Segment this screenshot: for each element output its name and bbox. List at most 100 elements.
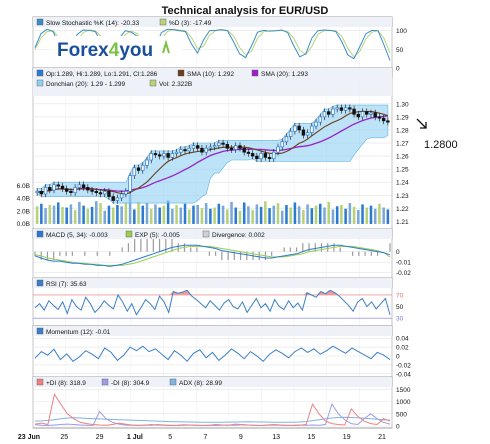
candle-body <box>310 125 314 133</box>
volume-legend-label: Vol: 2.322B <box>159 81 192 88</box>
candle-body <box>242 147 246 153</box>
volume-bar <box>44 208 47 224</box>
volume-bar <box>73 210 77 224</box>
candle-body <box>119 193 124 199</box>
candle-body <box>77 184 82 188</box>
price-y-tick: 1.24 <box>396 180 409 187</box>
volume-bar <box>196 205 199 224</box>
stochastic-y-tick: 50 <box>396 47 404 54</box>
candle-body <box>369 112 373 115</box>
volume-bar <box>137 201 140 224</box>
price-y-tick: 1.27 <box>396 141 409 148</box>
rsi-y-tick: 30 <box>396 316 404 323</box>
candle-body <box>284 136 289 143</box>
annotation-price: 1.2800 <box>424 139 458 151</box>
volume-bar <box>226 209 229 224</box>
candle-body <box>157 154 162 157</box>
volume-y-tick: 2.0B <box>17 208 30 215</box>
volume-bar <box>78 201 81 224</box>
technical-analysis-chart: Technical analysis for EUR/USD100500Slow… <box>17 5 458 441</box>
candle-body <box>314 121 318 127</box>
candle-body <box>335 107 339 110</box>
candle-body <box>43 187 48 195</box>
candle-body <box>259 153 263 160</box>
x-axis-tick: 19 <box>343 434 351 441</box>
candle-body <box>246 151 251 154</box>
volume-bar <box>306 204 309 224</box>
volume-bar <box>175 205 178 224</box>
candle-body <box>35 190 39 194</box>
momentum-y-tick: 0.04 <box>396 336 409 343</box>
candle-body <box>56 184 60 187</box>
price-ohlc-swatch <box>36 69 44 77</box>
minus-di-swatch <box>101 378 109 386</box>
volume-bar <box>331 209 335 224</box>
volume-bar <box>365 207 369 224</box>
rsi-y-tick: 50 <box>396 304 404 311</box>
candle-body <box>64 188 69 192</box>
volume-bar <box>386 209 390 224</box>
x-axis-tick: 13 <box>272 434 280 441</box>
volume-bar <box>200 208 204 224</box>
volume-bar <box>280 210 284 224</box>
sma10-legend-label: SMA (10): 1.292 <box>187 71 234 78</box>
price-y-tick: 1.29 <box>396 114 409 121</box>
volume-bar <box>335 206 339 224</box>
candle-body <box>343 107 348 111</box>
candle-body <box>238 145 242 149</box>
volume-bar <box>145 203 149 224</box>
sma20-legend-label: SMA (20): 1.293 <box>261 71 308 78</box>
volume-bar <box>158 207 161 224</box>
candle-body <box>293 125 297 132</box>
x-axis-tick: 21 <box>378 434 386 441</box>
stochastic-d-swatch <box>159 18 167 26</box>
macd-swatch <box>36 230 44 238</box>
volume-bar <box>86 208 90 224</box>
candle-body <box>103 190 107 195</box>
arrow-down-right-icon <box>416 118 427 129</box>
volume-bar <box>209 208 212 224</box>
stochastic-k-swatch <box>36 18 44 26</box>
chart-title: Technical analysis for EUR/USD <box>162 5 329 17</box>
x-axis-tick: 29 <box>96 434 104 441</box>
candle-body <box>381 117 386 122</box>
minus-di-legend-label: -DI (8): 304.9 <box>111 380 150 387</box>
momentum-legend-label: Momentum (12): -0.01 <box>46 329 111 336</box>
x-axis-tick: 15 <box>308 434 316 441</box>
candle-body <box>107 190 111 197</box>
candle-body <box>356 113 361 118</box>
candle-body <box>331 108 335 115</box>
volume-bar <box>166 200 170 224</box>
volume-bar <box>213 207 216 224</box>
adx-y-tick: 0 <box>396 424 400 431</box>
volume-bar <box>82 205 85 224</box>
volume-bar <box>103 210 106 224</box>
stochastic-y-tick: 0 <box>396 66 400 73</box>
plus-di-swatch <box>36 378 44 386</box>
candle-body <box>69 190 73 194</box>
price-y-tick: 1.26 <box>396 154 409 161</box>
volume-bar <box>217 203 221 224</box>
volume-bar <box>179 207 183 224</box>
candle-body <box>373 112 377 118</box>
momentum-y-tick: 0.02 <box>396 345 409 352</box>
candle-body <box>124 190 128 195</box>
macd-exp-legend-label: EXP (5): -0.005 <box>135 232 180 239</box>
candle-body <box>297 125 301 131</box>
volume-bar <box>361 204 364 224</box>
volume-bar <box>171 208 174 224</box>
volume-bar <box>268 208 271 224</box>
candle-body <box>352 108 356 115</box>
candle-body <box>187 147 191 152</box>
volume-bar <box>187 209 191 224</box>
candle-body <box>48 187 52 191</box>
volume-bar <box>162 205 166 224</box>
macd-y-tick: -0.02 <box>396 270 411 277</box>
volume-bar <box>348 203 352 224</box>
candle-body <box>255 155 259 160</box>
x-axis-tick: 5 <box>168 434 172 441</box>
sma10-swatch <box>177 69 185 77</box>
volume-bar <box>69 204 73 224</box>
candle-body <box>200 147 204 153</box>
volume-bar <box>297 206 301 224</box>
